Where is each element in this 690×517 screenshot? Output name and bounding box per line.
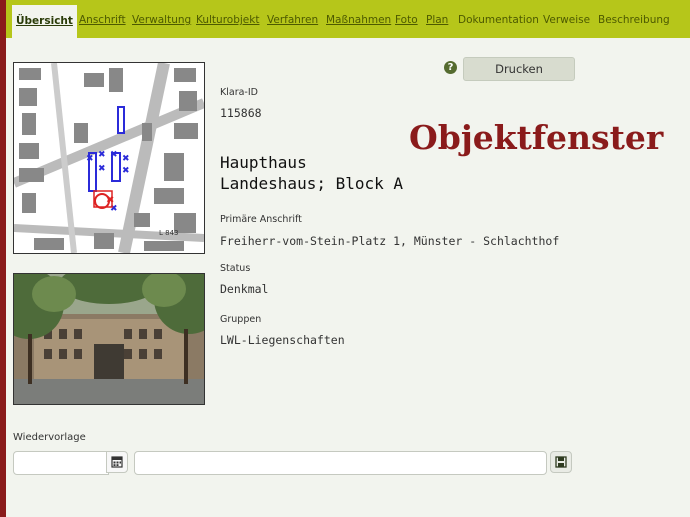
status-value: Denkmal: [220, 282, 269, 296]
window-watermark-title: Objektfenster: [409, 118, 664, 157]
tab-kulturobjekt[interactable]: Kulturobjekt: [196, 14, 259, 26]
resubmission-date-input[interactable]: [13, 451, 109, 475]
groups-label: Gruppen: [220, 314, 262, 325]
resubmission-note-input[interactable]: [134, 451, 547, 475]
svg-text:✖: ✖: [106, 195, 114, 206]
groups-value: LWL-Liegenschaften: [220, 333, 345, 347]
save-icon: [555, 456, 567, 468]
calendar-button[interactable]: [106, 451, 128, 473]
object-title-line1: Haupthaus: [220, 153, 307, 172]
tab-bar: Übersicht Anschrift Verwaltung Kulturobj…: [6, 0, 690, 38]
object-title: Haupthaus Landeshaus; Block A: [220, 152, 403, 194]
tab-beschreibung[interactable]: Beschreibung: [598, 14, 670, 26]
tab-dokumentation[interactable]: Dokumentation: [458, 14, 539, 26]
svg-text:✖: ✖: [122, 154, 130, 164]
klara-id-value: 115868: [220, 106, 262, 120]
tab-uebersicht[interactable]: Übersicht: [12, 5, 77, 38]
klara-id-label: Klara-ID: [220, 87, 258, 98]
svg-text:✖: ✖: [122, 166, 130, 176]
tab-anschrift[interactable]: Anschrift: [79, 14, 126, 26]
object-title-line2: Landeshaus; Block A: [220, 174, 404, 193]
address-label: Primäre Anschrift: [220, 214, 302, 225]
left-accent-border: [0, 0, 6, 517]
map-street-label: L 843: [159, 229, 179, 237]
svg-text:✖: ✖: [110, 150, 118, 160]
svg-text:✖: ✖: [86, 154, 94, 164]
save-button[interactable]: [550, 451, 572, 473]
map-graphic: ✖ ✖ ✖ ✖✖✖ ✖ ✖ L 843: [14, 63, 204, 253]
print-button[interactable]: Drucken: [463, 57, 575, 81]
tab-foto[interactable]: Foto: [395, 14, 418, 26]
tab-verfahren[interactable]: Verfahren: [267, 14, 318, 26]
tab-verwaltung[interactable]: Verwaltung: [132, 14, 191, 26]
tab-verweise[interactable]: Verweise: [543, 14, 590, 26]
location-map[interactable]: ✖ ✖ ✖ ✖ ✖ ✖ ✖ ✖ L 843: [13, 62, 205, 254]
calendar-icon: [111, 456, 123, 468]
tab-massnahmen[interactable]: Maßnahmen: [326, 14, 391, 26]
help-icon[interactable]: ?: [444, 61, 457, 74]
status-label: Status: [220, 263, 251, 274]
photo-graphic: [14, 274, 204, 404]
resubmission-label: Wiedervorlage: [13, 432, 86, 443]
object-photo[interactable]: [13, 273, 205, 405]
tab-plan[interactable]: Plan: [426, 14, 448, 26]
svg-text:✖: ✖: [98, 150, 106, 160]
address-value: Freiherr-vom-Stein-Platz 1, Münster - Sc…: [220, 234, 560, 248]
svg-text:✖: ✖: [98, 164, 106, 174]
